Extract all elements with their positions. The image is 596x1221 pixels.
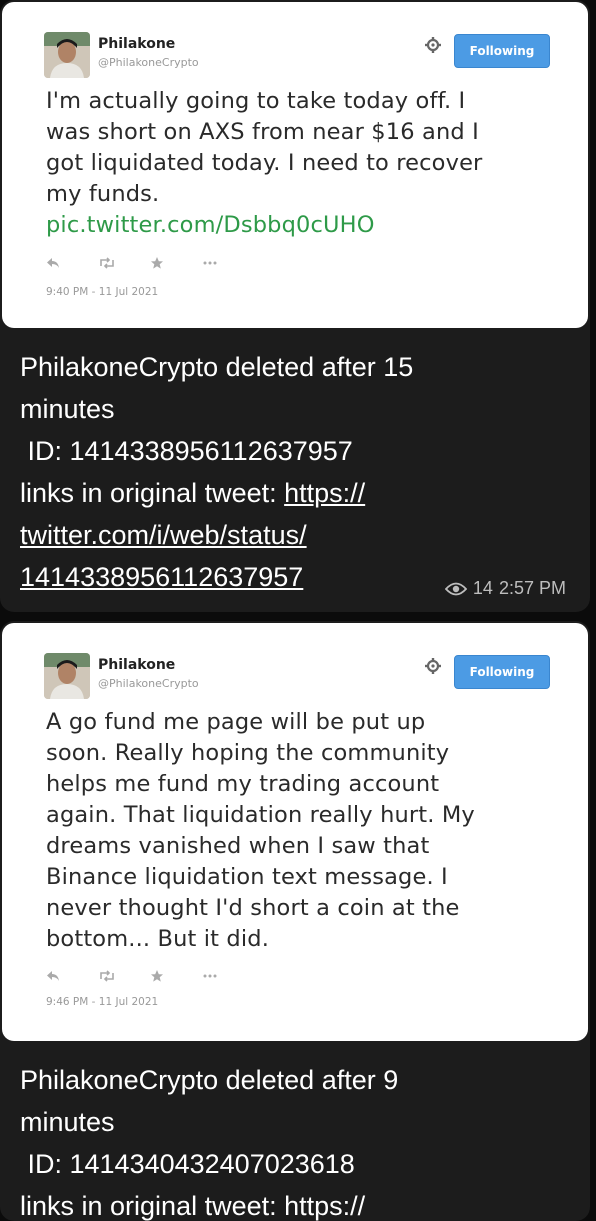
avatar[interactable] bbox=[44, 653, 90, 699]
deletion-info: PhilakoneCrypto deleted after 15 minutes… bbox=[0, 328, 590, 598]
tweet-text-line: my funds. bbox=[46, 181, 160, 207]
star-icon[interactable] bbox=[150, 967, 202, 985]
eye-icon bbox=[444, 582, 467, 595]
gear-icon[interactable] bbox=[424, 657, 442, 675]
message-meta: 14 2:57 PM bbox=[444, 578, 566, 599]
tweet-text-line: A go fund me page will be put up bbox=[46, 709, 426, 735]
star-icon[interactable] bbox=[150, 254, 202, 272]
tweet-screenshot-2: Philakone @PhilakoneCrypto Following A g… bbox=[2, 623, 588, 1041]
deletion-info-line: PhilakoneCrypto deleted after 15 bbox=[20, 352, 414, 382]
message-time: 2:57 PM bbox=[498, 578, 566, 598]
deletion-info: PhilakoneCrypto deleted after 9 minutes … bbox=[0, 1041, 590, 1221]
tweet-text-line: I'm actually going to take today off. I bbox=[46, 88, 466, 114]
tweet-text: A go fund me page will be put up soon. R… bbox=[46, 707, 551, 955]
avatar[interactable] bbox=[44, 32, 90, 78]
following-button[interactable]: Following bbox=[454, 655, 550, 689]
tweet-text-line: never thought I'd short a coin at the bbox=[46, 895, 460, 921]
message-card-2: Philakone @PhilakoneCrypto Following A g… bbox=[0, 621, 590, 1221]
reply-icon[interactable] bbox=[46, 967, 98, 985]
tweet-text-line: again. That liquidation really hurt. My bbox=[46, 802, 475, 828]
more-icon[interactable] bbox=[202, 967, 254, 985]
tweet-timestamp[interactable]: 9:40 PM - 11 Jul 2021 bbox=[46, 286, 158, 298]
tweet-actions bbox=[46, 254, 254, 272]
message-card-1: Philakone @PhilakoneCrypto Following I'm… bbox=[0, 0, 590, 612]
original-tweet-link[interactable]: https:// bbox=[284, 478, 365, 508]
tweet-text: I'm actually going to take today off. I … bbox=[46, 86, 551, 241]
tweet-text-line: soon. Really hoping the community bbox=[46, 740, 450, 766]
tweet-text-line: bottom... But it did. bbox=[46, 926, 269, 952]
deletion-info-line: minutes bbox=[20, 394, 115, 424]
tweet-actions bbox=[46, 967, 254, 985]
display-name[interactable]: Philakone bbox=[98, 657, 175, 673]
tweet-timestamp[interactable]: 9:46 PM - 11 Jul 2021 bbox=[46, 996, 158, 1008]
tweet-id: ID: 1414340432407023618 bbox=[20, 1149, 355, 1179]
gear-icon[interactable] bbox=[424, 36, 442, 54]
tweet-screenshot-1: Philakone @PhilakoneCrypto Following I'm… bbox=[2, 2, 588, 328]
display-name[interactable]: Philakone bbox=[98, 36, 175, 52]
tweet-text-line: helps me fund my trading account bbox=[46, 771, 440, 797]
tweet-text-line: dreams vanished when I saw that bbox=[46, 833, 430, 859]
retweet-icon[interactable] bbox=[98, 967, 150, 985]
more-icon[interactable] bbox=[202, 254, 254, 272]
following-button[interactable]: Following bbox=[454, 34, 550, 68]
deletion-info-line: PhilakoneCrypto deleted after 9 bbox=[20, 1065, 399, 1095]
retweet-icon[interactable] bbox=[98, 254, 150, 272]
tweet-id: ID: 1414338956112637957 bbox=[20, 436, 353, 466]
links-line: links in original tweet: https:// bbox=[20, 1191, 366, 1221]
links-line: links in original tweet: https:// bbox=[20, 472, 590, 514]
links-label: links in original tweet: bbox=[20, 478, 285, 508]
user-handle[interactable]: @PhilakoneCrypto bbox=[98, 677, 199, 690]
tweet-text-line: was short on AXS from near $16 and I bbox=[46, 119, 479, 145]
pic-link[interactable]: pic.twitter.com/Dsbbq0cUHO bbox=[46, 210, 551, 241]
tweet-text-line: got liquidated today. I need to recover bbox=[46, 150, 483, 176]
original-tweet-link[interactable]: twitter.com/i/web/status/ bbox=[20, 514, 590, 556]
user-handle[interactable]: @PhilakoneCrypto bbox=[98, 56, 199, 69]
reply-icon[interactable] bbox=[46, 254, 98, 272]
view-count: 14 bbox=[472, 578, 493, 598]
tweet-text-line: Binance liquidation text message. I bbox=[46, 864, 448, 890]
deletion-info-line: minutes bbox=[20, 1107, 115, 1137]
